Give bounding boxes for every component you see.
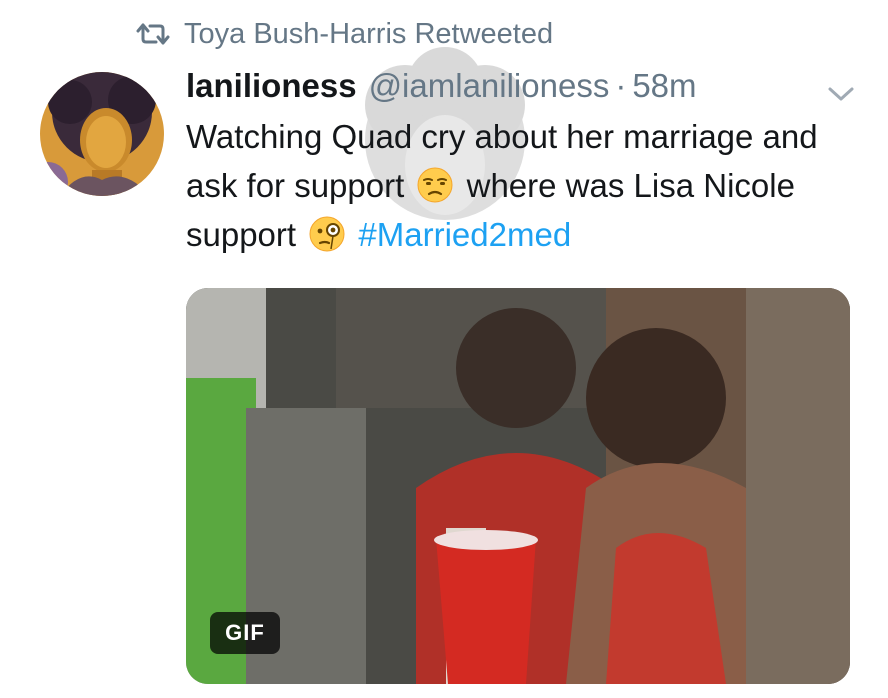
tweet-text: Watching Quad cry about her marriage and…: [186, 112, 856, 259]
gif-badge: GIF: [210, 612, 280, 654]
tweet-header: lanilioness @iamlanilioness · 58m: [186, 64, 856, 108]
separator-dot: ·: [615, 67, 627, 104]
avatar[interactable]: [40, 72, 164, 196]
retweet-icon: [136, 21, 170, 47]
chevron-down-icon[interactable]: [826, 74, 856, 112]
face-with-monocle-emoji: [309, 216, 345, 252]
unamused-face-emoji: [417, 167, 453, 203]
gif-media[interactable]: GIF: [186, 288, 850, 684]
user-handle[interactable]: @iamlanilioness: [369, 67, 610, 105]
display-name[interactable]: lanilioness: [186, 67, 357, 105]
retweet-context-label: Toya Bush-Harris Retweeted: [184, 17, 554, 50]
tweet-timestamp[interactable]: 58m: [632, 67, 696, 105]
hashtag-link[interactable]: #Married2med: [358, 216, 571, 253]
retweet-context[interactable]: Toya Bush-Harris Retweeted: [136, 14, 553, 54]
